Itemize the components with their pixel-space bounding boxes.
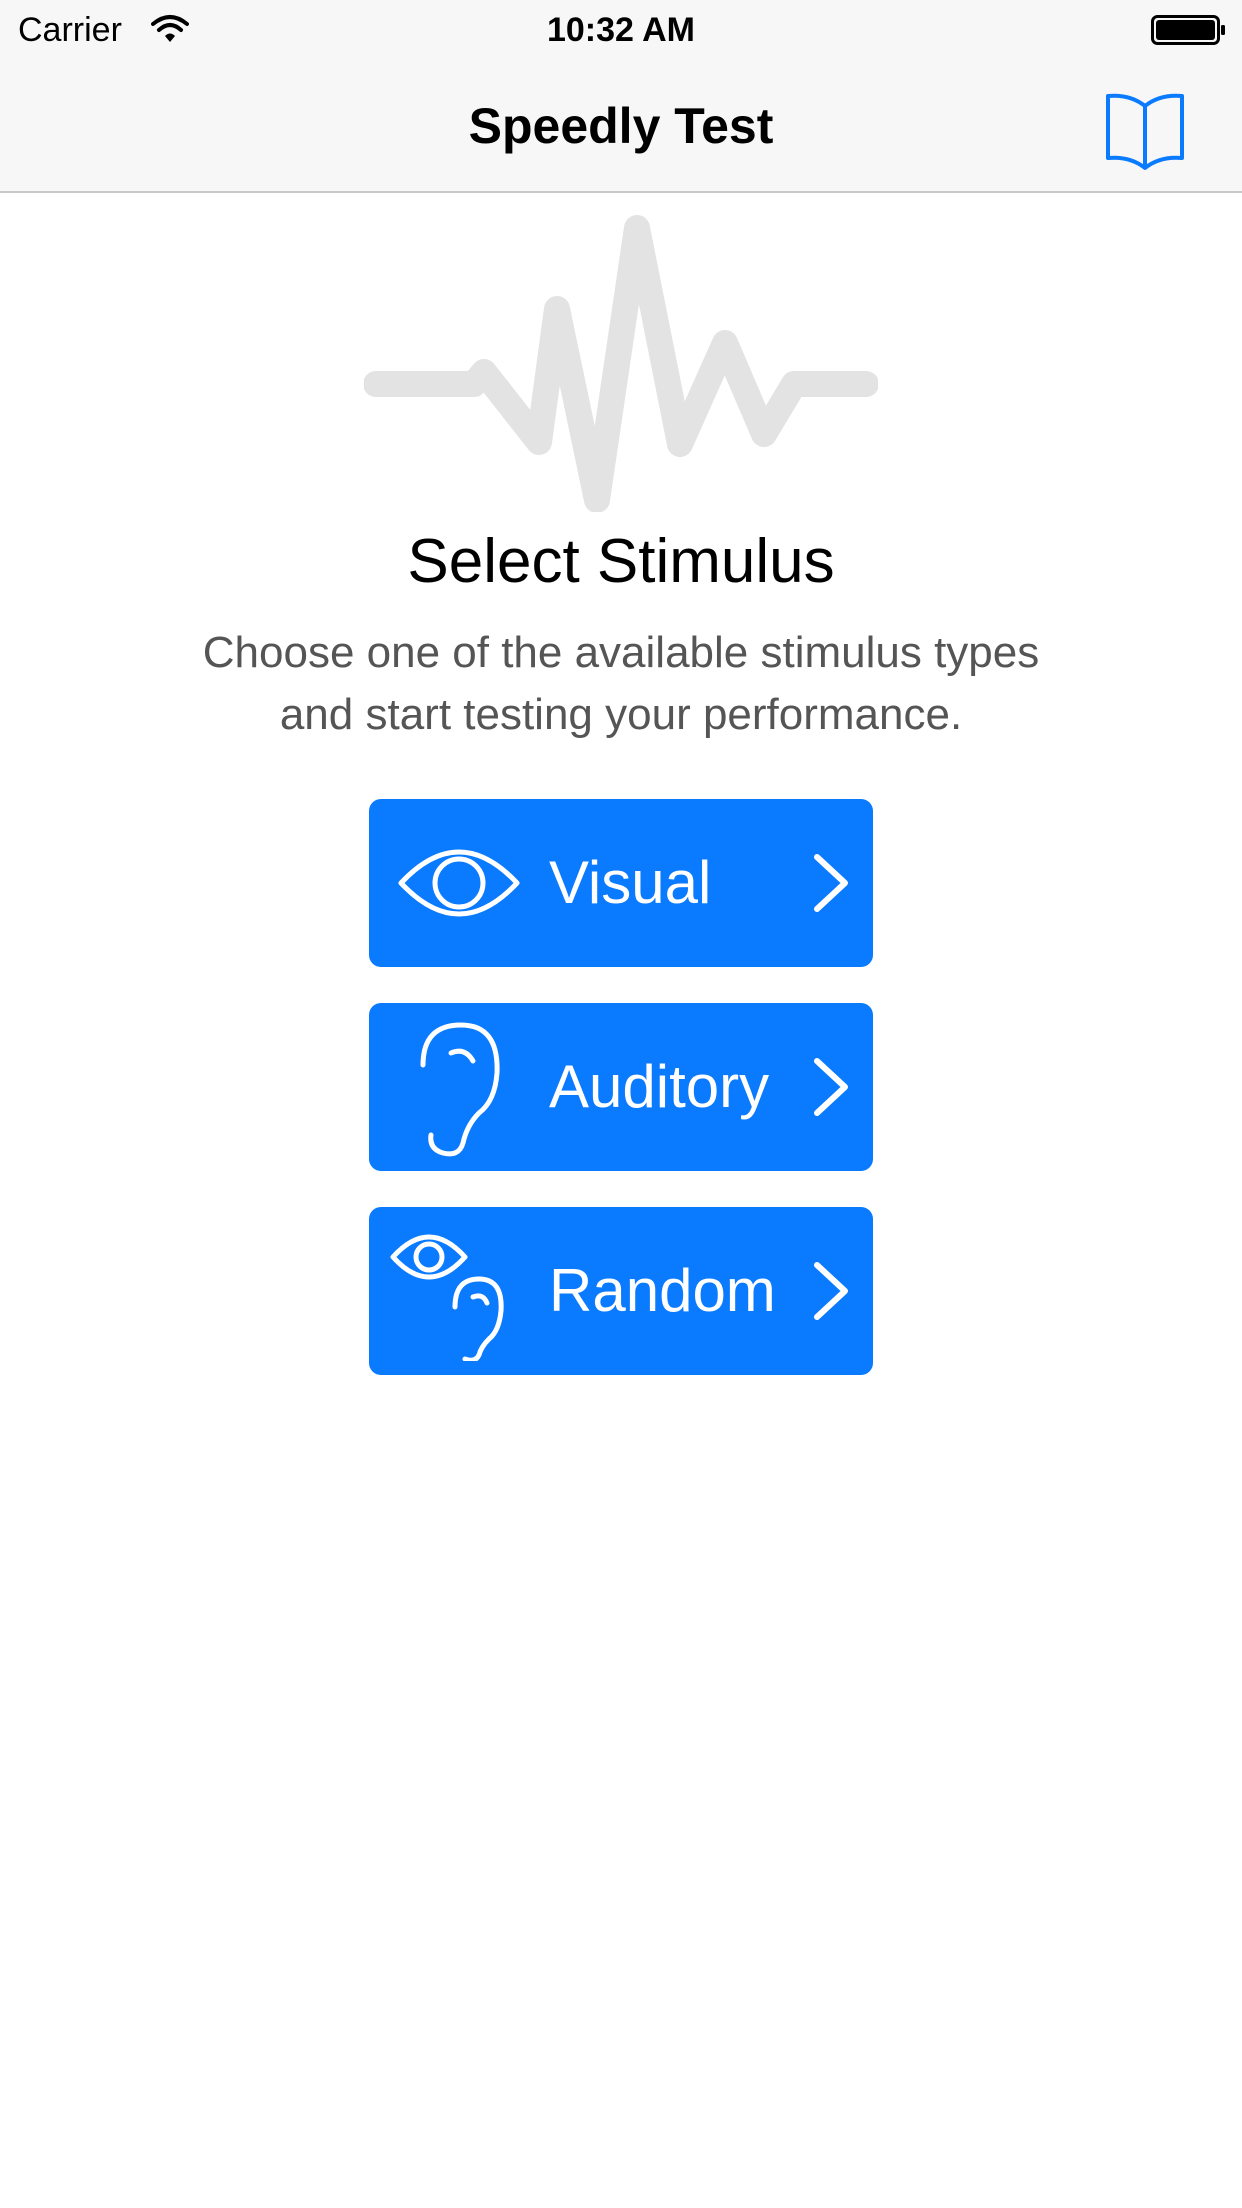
instructions-line-1: Choose one of the available stimulus typ… (202, 628, 1040, 677)
book-button[interactable] (1100, 82, 1190, 172)
auditory-button[interactable]: Auditory (369, 1003, 873, 1171)
navigation-bar: Speedly Test (0, 60, 1242, 193)
select-stimulus-heading: Select Stimulus (407, 527, 835, 596)
book-icon (1106, 93, 1184, 170)
battery-icon (1151, 15, 1225, 45)
auditory-button-label: Auditory (549, 1053, 770, 1120)
eye-and-ear-icon (390, 1234, 504, 1361)
status-time: 10:32 AM (546, 11, 696, 49)
chevron-right-icon (814, 1262, 848, 1320)
visual-button[interactable]: Visual (369, 799, 873, 967)
chevron-right-icon (814, 1058, 848, 1116)
visual-button-label: Visual (549, 849, 712, 916)
chevron-right-icon (814, 854, 848, 912)
status-bar: Carrier 10:32 AM (0, 0, 1242, 60)
eye-icon (398, 849, 520, 917)
instructions-line-2: and start testing your performance. (279, 690, 963, 739)
waveform-icon (364, 215, 878, 512)
random-button-label: Random (549, 1257, 776, 1324)
random-button[interactable]: Random (369, 1207, 873, 1375)
nav-title: Speedly Test (468, 98, 774, 154)
instructions-text: Choose one of the available stimulus typ… (100, 622, 1142, 746)
ear-icon (420, 1022, 500, 1157)
